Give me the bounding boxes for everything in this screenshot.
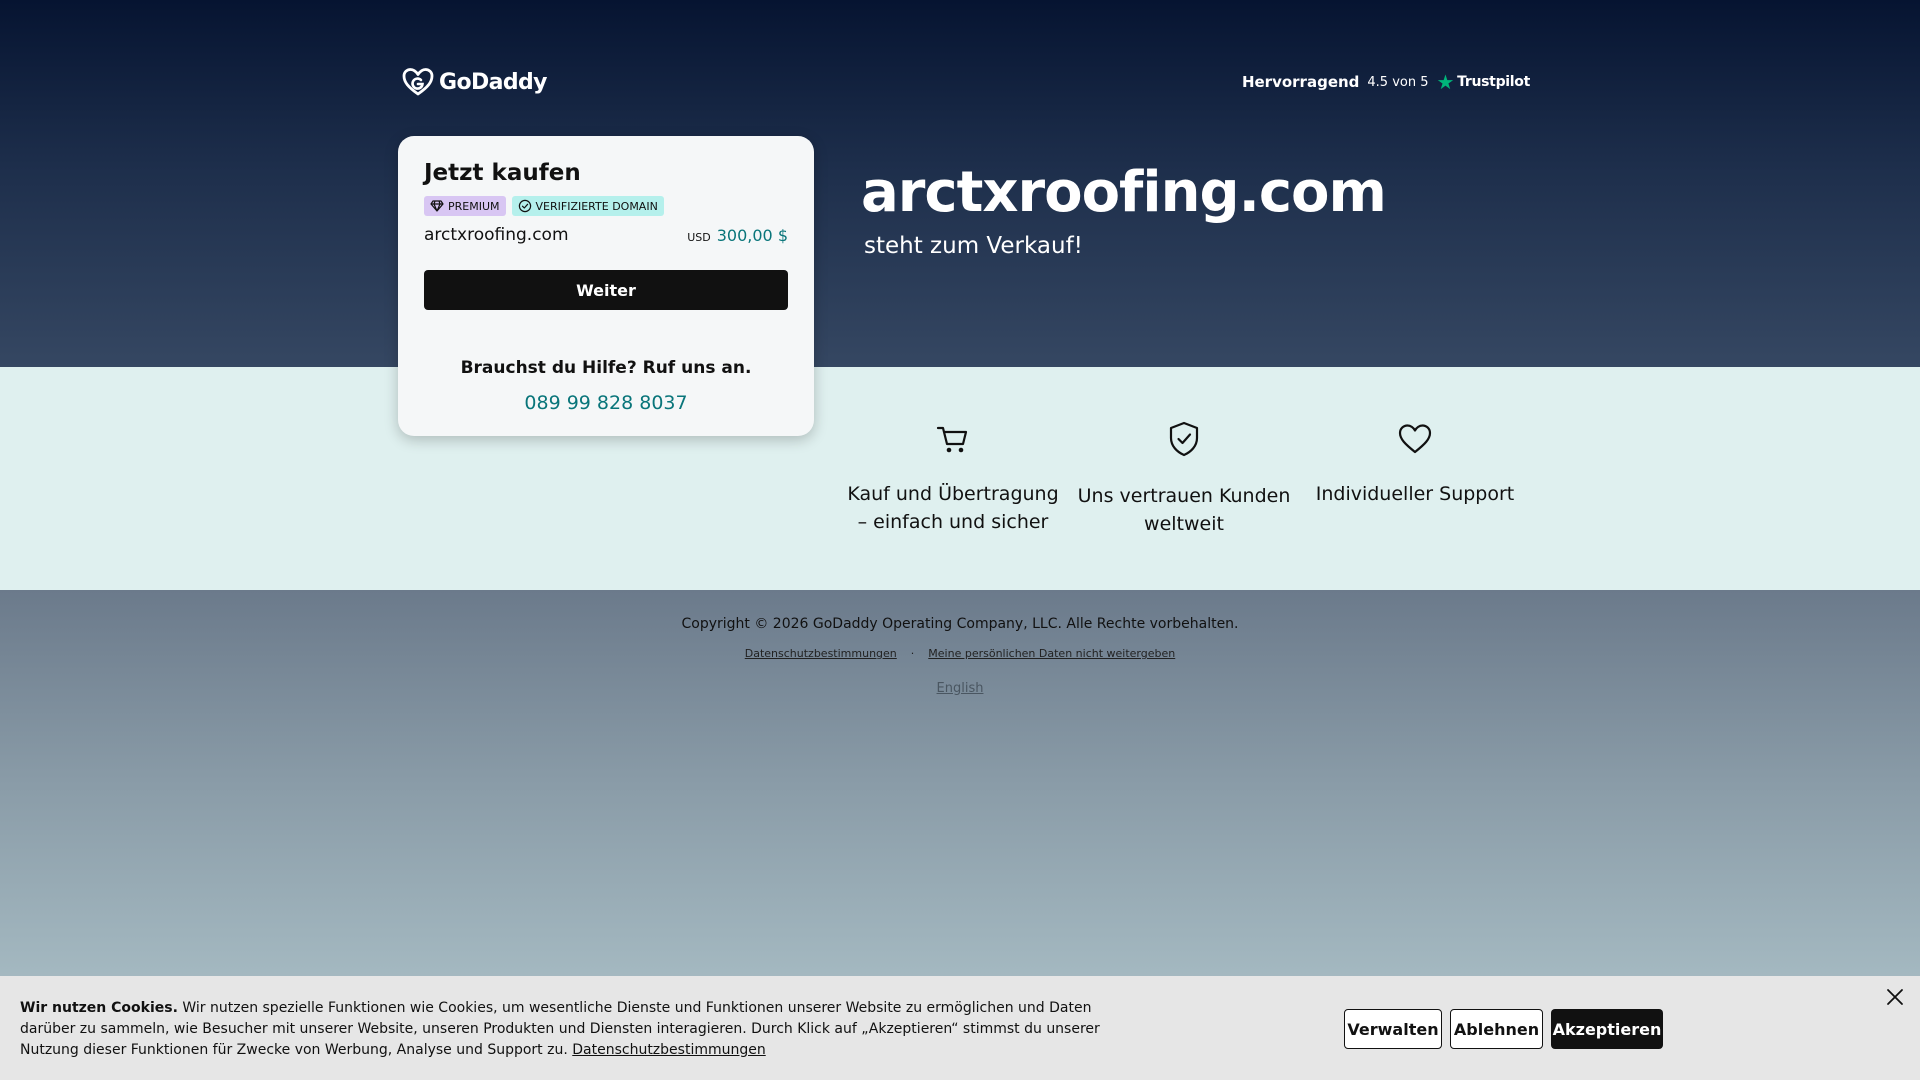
- badge-row: PREMIUM VERIFIZIERTE DOMAIN: [424, 196, 664, 216]
- privacy-policy-link[interactable]: Datenschutzbestimmungen: [745, 647, 897, 660]
- close-cookie-banner-button[interactable]: [1882, 984, 1908, 1010]
- star-icon: ★: [1436, 70, 1455, 94]
- verified-domain-badge: VERIFIZIERTE DOMAIN: [511, 196, 664, 216]
- verified-badge-label: VERIFIZIERTE DOMAIN: [535, 199, 658, 213]
- price: USD 300,00 $: [687, 226, 788, 245]
- close-icon: [1887, 989, 1903, 1005]
- cookie-heading: Wir nutzen Cookies.: [20, 1000, 178, 1016]
- trustpilot-rating[interactable]: Hervorragend 4.5 von 5 ★ Trustpilot: [1242, 72, 1530, 92]
- link-separator: ·: [910, 647, 915, 660]
- trustpilot-brand: ★ Trustpilot: [1436, 70, 1531, 94]
- card-title: Jetzt kaufen: [424, 160, 581, 186]
- card-domain-name: arctxroofing.com: [424, 225, 569, 245]
- continue-button[interactable]: Weiter: [424, 270, 788, 310]
- shield-check-icon: [1169, 421, 1199, 457]
- trustpilot-label: Trustpilot: [1457, 74, 1530, 90]
- manage-cookies-button[interactable]: Verwalten: [1344, 1009, 1442, 1049]
- godaddy-heart-logo-icon: [402, 68, 434, 96]
- premium-badge: PREMIUM: [424, 196, 506, 216]
- hero-section: GoDaddy Hervorragend 4.5 von 5 ★ Trustpi…: [0, 0, 1920, 367]
- heart-icon: [1398, 424, 1432, 454]
- diamond-icon: [430, 200, 444, 212]
- decline-cookies-button[interactable]: Ablehnen: [1450, 1009, 1543, 1049]
- feature-purchase-text: Kauf und Übertragung – einfach und siche…: [847, 483, 1059, 533]
- check-circle-icon: [518, 199, 531, 213]
- feature-support-text: Individueller Support: [1315, 483, 1515, 505]
- price-currency: USD: [687, 231, 711, 244]
- phone-number-link[interactable]: 089 99 828 8037: [398, 392, 814, 414]
- legal-links: Datenschutzbestimmungen · Meine persönli…: [0, 647, 1920, 660]
- price-amount: 300,00 $: [716, 226, 788, 245]
- features-section: Kauf und Übertragung – einfach und siche…: [0, 367, 1920, 590]
- purchase-card: Jetzt kaufen PREMIUM VERIFIZIERTE DOMAIN…: [398, 136, 814, 436]
- rating-label: Hervorragend: [1241, 73, 1360, 91]
- language-english-link[interactable]: English: [937, 681, 984, 696]
- feature-trust-text: Uns vertrauen Kunden weltweit: [1077, 485, 1291, 535]
- for-sale-subtitle: steht zum Verkauf!: [864, 233, 1083, 259]
- accept-cookies-button[interactable]: Akzeptieren: [1551, 1009, 1663, 1049]
- cookie-privacy-link[interactable]: Datenschutzbestimmungen: [572, 1042, 765, 1058]
- feature-purchase: Kauf und Übertragung – einfach und siche…: [845, 418, 1061, 536]
- cookie-banner: Wir nutzen Cookies. Wir nutzen spezielle…: [0, 976, 1920, 1080]
- do-not-share-data-link[interactable]: Meine persönlichen Daten nicht weitergeb…: [928, 647, 1175, 660]
- feature-support: Individueller Support: [1307, 418, 1523, 508]
- cookie-message: Wir nutzen Cookies. Wir nutzen spezielle…: [20, 998, 1130, 1061]
- copyright-text: Copyright © 2026 GoDaddy Operating Compa…: [681, 616, 1239, 632]
- cookie-body: Wir nutzen spezielle Funktionen wie Cook…: [20, 1000, 1100, 1058]
- godaddy-logo[interactable]: GoDaddy: [401, 67, 548, 97]
- help-text: Brauchst du Hilfe? Ruf uns an.: [460, 358, 752, 378]
- rating-score: 4.5 von 5: [1367, 74, 1429, 90]
- cart-icon: [936, 426, 968, 453]
- domain-heading: arctxroofing.com: [861, 160, 1387, 225]
- feature-trust: Uns vertrauen Kunden weltweit: [1076, 418, 1292, 538]
- logo-wordmark: GoDaddy: [439, 69, 548, 95]
- premium-badge-label: PREMIUM: [448, 199, 500, 213]
- language-switcher: English: [0, 681, 1920, 696]
